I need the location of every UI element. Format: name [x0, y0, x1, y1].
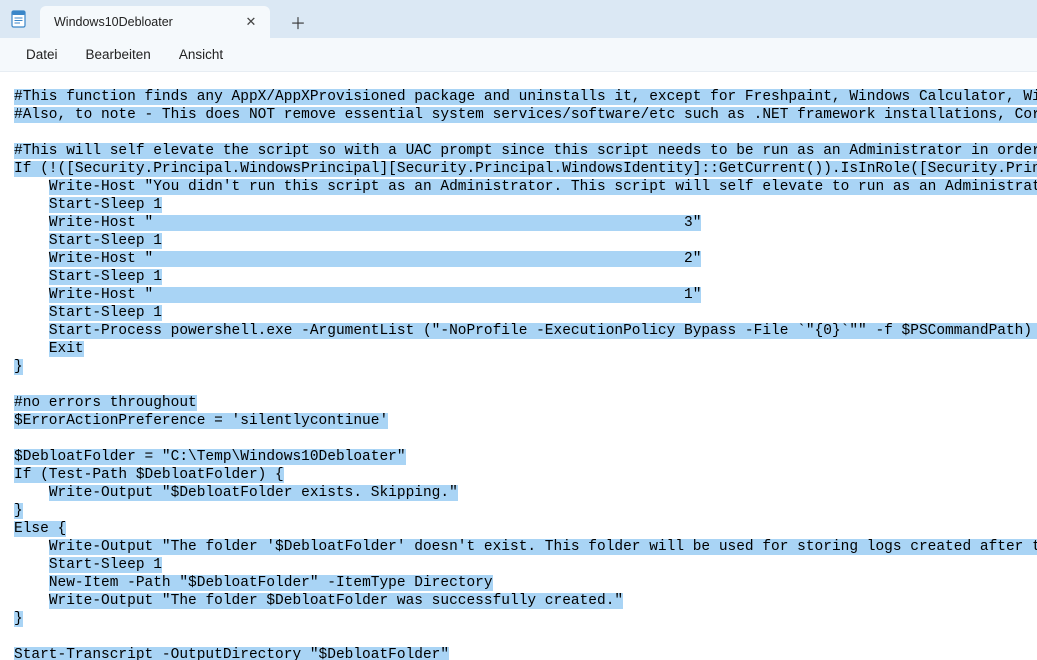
- code-line[interactable]: Start-Sleep 1: [14, 268, 1037, 286]
- code-line[interactable]: Write-Host " 2": [14, 250, 1037, 268]
- code-line[interactable]: New-Item -Path "$DebloatFolder" -ItemTyp…: [14, 574, 1037, 592]
- code-line[interactable]: Write-Host " 1": [14, 286, 1037, 304]
- code-line[interactable]: #This function finds any AppX/AppXProvis…: [14, 88, 1037, 106]
- code-line[interactable]: }: [14, 502, 1037, 520]
- code-line[interactable]: $ErrorActionPreference = 'silentlycontin…: [14, 412, 1037, 430]
- code-line[interactable]: Exit: [14, 340, 1037, 358]
- code-line[interactable]: Write-Output "The folder $DebloatFolder …: [14, 592, 1037, 610]
- code-line[interactable]: If (Test-Path $DebloatFolder) {: [14, 466, 1037, 484]
- menu-file[interactable]: Datei: [12, 41, 72, 68]
- code-line[interactable]: [14, 376, 1037, 394]
- new-tab-button[interactable]: ＋: [284, 8, 312, 36]
- code-line[interactable]: Start-Sleep 1: [14, 556, 1037, 574]
- menubar: Datei Bearbeiten Ansicht: [0, 38, 1037, 72]
- code-line[interactable]: #no errors throughout: [14, 394, 1037, 412]
- code-line[interactable]: Else {: [14, 520, 1037, 538]
- code-line[interactable]: Write-Host " 3": [14, 214, 1037, 232]
- editor-area[interactable]: #This function finds any AppX/AppXProvis…: [0, 72, 1037, 660]
- code-line[interactable]: }: [14, 358, 1037, 376]
- code-line[interactable]: [14, 124, 1037, 142]
- code-line[interactable]: Start-Process powershell.exe -ArgumentLi…: [14, 322, 1037, 340]
- code-line[interactable]: [14, 430, 1037, 448]
- code-line[interactable]: Start-Sleep 1: [14, 232, 1037, 250]
- code-line[interactable]: Write-Output "$DebloatFolder exists. Ski…: [14, 484, 1037, 502]
- code-line[interactable]: Start-Sleep 1: [14, 304, 1037, 322]
- code-line[interactable]: Start-Transcript -OutputDirectory "$Debl…: [14, 646, 1037, 660]
- menu-edit[interactable]: Bearbeiten: [72, 41, 165, 68]
- code-line[interactable]: [14, 628, 1037, 646]
- menu-view[interactable]: Ansicht: [165, 41, 237, 68]
- code-line[interactable]: }: [14, 610, 1037, 628]
- notepad-app-icon: [10, 10, 28, 28]
- code-line[interactable]: If (!([Security.Principal.WindowsPrincip…: [14, 160, 1037, 178]
- code-line[interactable]: Write-Output "The folder '$DebloatFolder…: [14, 538, 1037, 556]
- code-line[interactable]: Write-Host "You didn't run this script a…: [14, 178, 1037, 196]
- tab-active[interactable]: Windows10Debloater ✕: [40, 6, 270, 38]
- tab-title: Windows10Debloater: [54, 15, 242, 29]
- titlebar: Windows10Debloater ✕ ＋: [0, 0, 1037, 38]
- close-tab-button[interactable]: ✕: [242, 13, 260, 31]
- close-icon: ✕: [246, 14, 257, 30]
- code-line[interactable]: Start-Sleep 1: [14, 196, 1037, 214]
- code-content[interactable]: #This function finds any AppX/AppXProvis…: [0, 72, 1037, 660]
- plus-icon: ＋: [290, 10, 306, 34]
- code-line[interactable]: #Also, to note - This does NOT remove es…: [14, 106, 1037, 124]
- code-line[interactable]: $DebloatFolder = "C:\Temp\Windows10Deblo…: [14, 448, 1037, 466]
- code-line[interactable]: #This will self elevate the script so wi…: [14, 142, 1037, 160]
